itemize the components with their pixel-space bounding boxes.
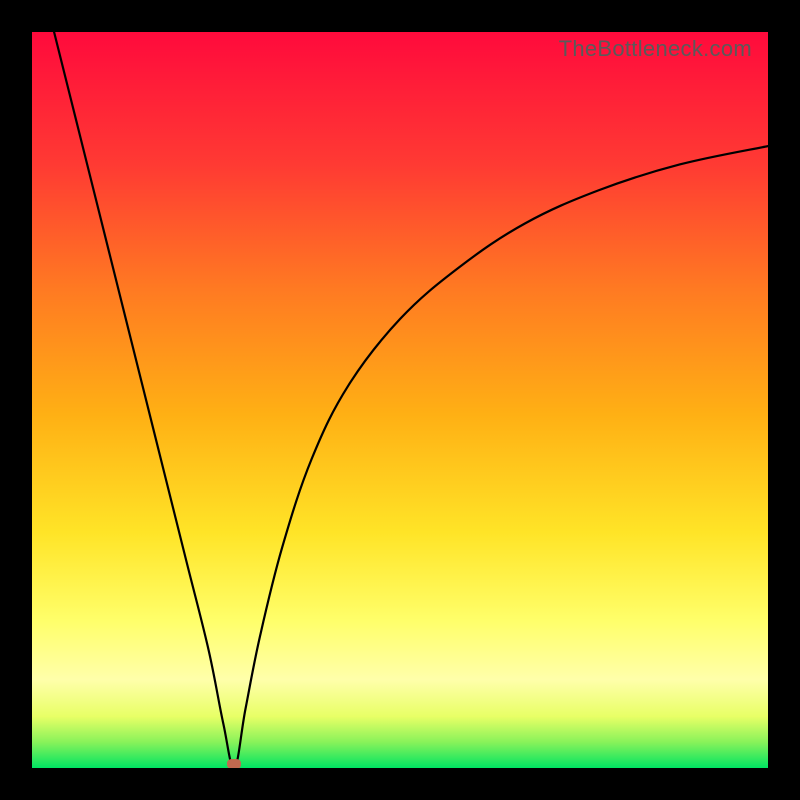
- chart-frame: TheBottleneck.com: [0, 0, 800, 800]
- background-gradient: [32, 32, 768, 768]
- minimum-marker: [227, 759, 241, 768]
- watermark-text: TheBottleneck.com: [559, 36, 752, 62]
- plot-area: TheBottleneck.com: [32, 32, 768, 768]
